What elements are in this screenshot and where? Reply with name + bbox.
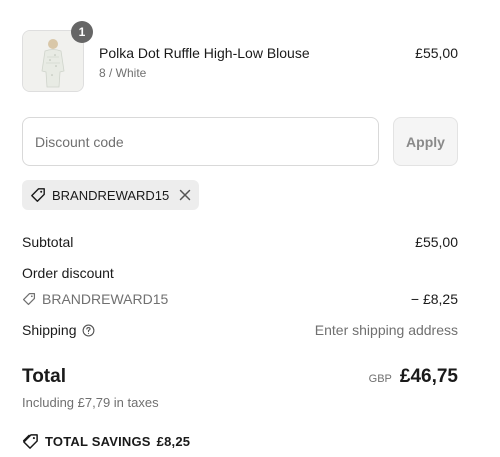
taxes-note: Including £7,79 in taxes	[22, 395, 159, 410]
close-icon[interactable]	[179, 189, 191, 201]
subtotal-label: Subtotal	[22, 234, 74, 250]
order-discount-label: Order discount	[22, 265, 114, 281]
discount-value: − £8,25	[410, 291, 458, 307]
product-name: Polka Dot Ruffle High-Low Blouse	[99, 45, 310, 61]
total-savings: TOTAL SAVINGS £8,25	[22, 433, 190, 450]
shipping-label: Shipping	[22, 322, 77, 338]
shipping-row: Shipping	[22, 322, 95, 338]
quantity-badge: 1	[71, 21, 93, 43]
subtotal-value: £55,00	[415, 234, 458, 250]
applied-code-label: BRANDREWARD15	[52, 187, 170, 203]
savings-tag-icon	[22, 433, 39, 450]
apply-button[interactable]: Apply	[393, 117, 458, 166]
discount-code-input[interactable]	[22, 117, 379, 166]
savings-label: TOTAL SAVINGS	[45, 434, 151, 449]
product-thumbnail: 1	[22, 21, 93, 92]
discount-code-line: BRANDREWARD15	[22, 291, 168, 307]
savings-value: £8,25	[156, 434, 191, 449]
discount-code-text: BRANDREWARD15	[42, 291, 169, 307]
shipping-value: Enter shipping address	[314, 322, 458, 338]
help-icon[interactable]	[82, 324, 95, 337]
total-amount: £46,75	[399, 366, 458, 387]
applied-discount-tag: BRANDREWARD15	[22, 180, 199, 210]
product-price: £55,00	[415, 45, 458, 61]
tag-icon	[30, 187, 46, 203]
product-variant: 8 / White	[99, 66, 147, 80]
tag-icon	[22, 292, 36, 306]
currency-code: GBP	[368, 373, 392, 385]
total-amount-group: GBP £46,75	[369, 366, 458, 388]
total-label: Total	[22, 366, 66, 387]
